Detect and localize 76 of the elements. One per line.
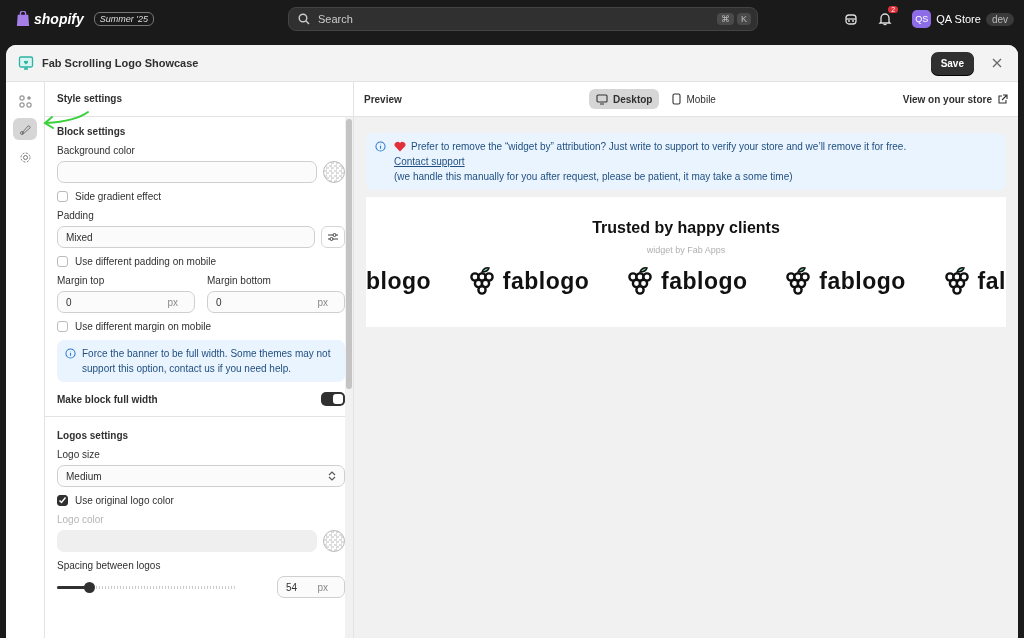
bell-icon[interactable]: [878, 12, 893, 26]
logo-wordmark: fablogo: [661, 267, 748, 295]
contact-support-link[interactable]: Contact support: [394, 156, 465, 167]
logo-wordmark: blogo: [366, 267, 432, 295]
search-input[interactable]: Search: [316, 12, 711, 26]
field-label: Spacing between logos: [57, 560, 162, 571]
robot-icon[interactable]: [844, 12, 859, 26]
field-label: Background color: [57, 145, 136, 156]
notice-text: Prefer to remove the “widget by” attribution? Just write to support to verify your store and we’ll remove it for free.: [411, 140, 907, 154]
logo-wordmark: fablogo: [819, 267, 906, 295]
widget-heading: Trusted by happy clients: [592, 219, 780, 237]
checkbox-label: Use different margin on mobile: [75, 321, 211, 332]
preview-title: Preview: [364, 93, 402, 105]
color-swatch[interactable]: [323, 161, 345, 183]
grapes-icon: [943, 265, 970, 297]
widget-credit: widget by Fab Apps: [646, 245, 726, 255]
select-field[interactable]: Medium: [57, 465, 345, 487]
settings-icon: [18, 150, 32, 164]
info-icon: [375, 141, 386, 152]
section-title: Block settings: [57, 126, 127, 137]
checkbox[interactable]: [57, 191, 68, 202]
window-title: Fab Scrolling Logo Showcase: [42, 57, 199, 69]
checkbox[interactable]: [57, 321, 68, 332]
add-blocks-icon: [18, 94, 32, 108]
shortcut-key: ⌘: [717, 13, 734, 25]
logo-wordmark: fablogo: [502, 267, 590, 295]
color-field[interactable]: [57, 161, 317, 183]
checkbox[interactable]: [57, 495, 68, 506]
edition-badge: Summer '25: [93, 12, 154, 26]
close-icon[interactable]: [992, 58, 1002, 68]
logo-wordmark: fal: [977, 267, 1006, 295]
toggle-switch[interactable]: [321, 392, 345, 406]
shortcut-key: K: [737, 13, 751, 25]
store-name[interactable]: QA Store: [936, 13, 981, 25]
checkbox-label: Use original logo color: [75, 495, 174, 506]
checkbox[interactable]: [57, 256, 68, 267]
panel-title: Style settings: [45, 82, 353, 117]
field-label: Logo size: [57, 449, 101, 460]
chevron-icon: [328, 471, 336, 481]
heart-icon: [394, 141, 406, 152]
field-label: Padding: [57, 210, 95, 221]
phone-icon: [672, 93, 682, 105]
app-logo-icon: [18, 55, 34, 71]
view-store-link[interactable]: View on your store: [902, 93, 1008, 105]
grapes-icon: [627, 265, 654, 297]
sliders-icon[interactable]: [321, 226, 345, 248]
search-icon: [298, 13, 310, 25]
number-field[interactable]: 0 px: [57, 291, 195, 313]
number-field[interactable]: 54 px: [277, 576, 345, 598]
section-title: Logos settings: [57, 430, 130, 441]
save-button[interactable]: Save: [930, 51, 974, 75]
checkbox-label: Use different padding on mobile: [75, 256, 217, 267]
store-avatar[interactable]: QS: [912, 10, 932, 28]
grapes-icon: [468, 265, 495, 297]
dev-badge: dev: [985, 12, 1014, 26]
notice-note: (we handle this manually for you after request, please be patient, it may take a some time): [394, 170, 794, 184]
search-field[interactable]: Search ⌘ K: [288, 7, 758, 31]
field-label: Margin top: [57, 275, 106, 286]
toggle-label: Make block full width: [57, 393, 158, 405]
info-icon: [65, 348, 76, 359]
grapes-icon: [785, 265, 812, 297]
external-link-icon: [997, 93, 1008, 105]
rail-button[interactable]: [13, 118, 37, 140]
field-label: Logo color: [57, 514, 105, 525]
preview-tab[interactable]: Desktop: [589, 89, 660, 109]
shopping-bag-icon: [16, 11, 30, 27]
field-label: Margin bottom: [207, 275, 272, 286]
padding-field[interactable]: Mixed: [57, 226, 315, 248]
color-swatch[interactable]: [323, 530, 345, 552]
info-text: Force the banner to be full width. Some themes may not support this option, contact us if you need help.: [82, 347, 332, 376]
number-field[interactable]: 0 px: [207, 291, 345, 313]
desktop-icon: [596, 93, 608, 105]
preview-tab[interactable]: Mobile: [665, 89, 723, 109]
brush-icon: [18, 122, 32, 136]
checkbox-label: Side gradient effect: [75, 191, 161, 202]
brand-name: shopify: [34, 11, 84, 27]
